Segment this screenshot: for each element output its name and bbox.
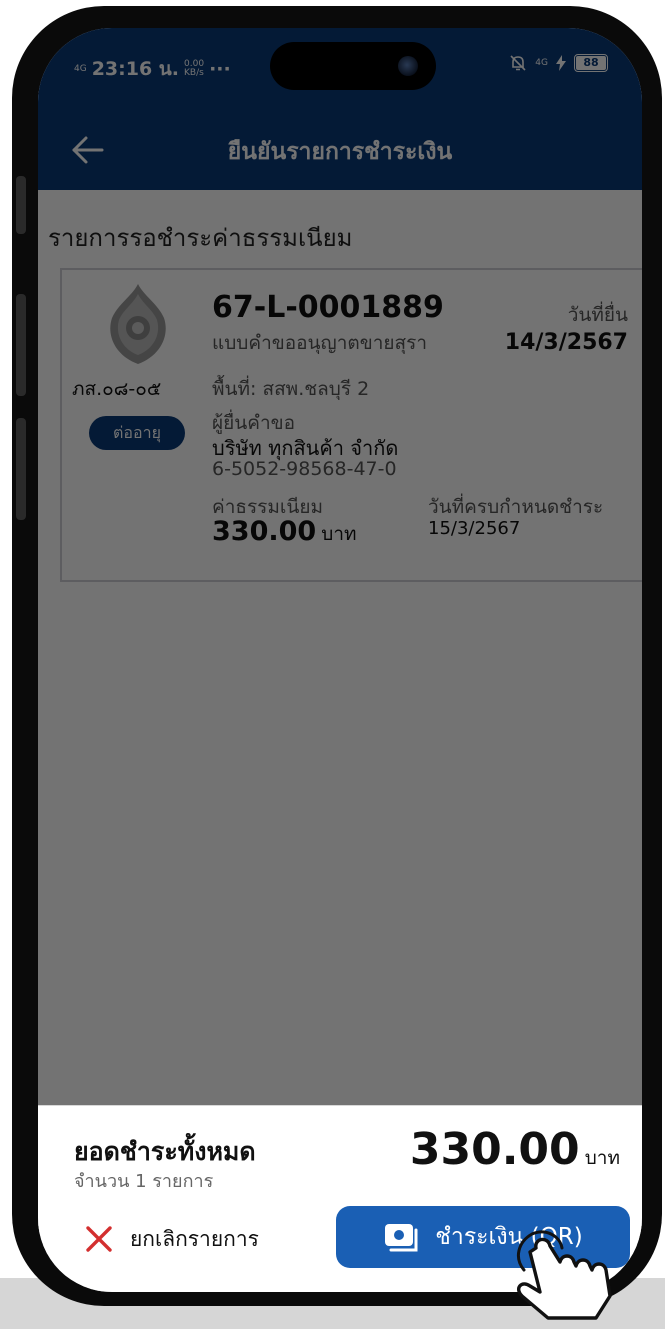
applicant-id: 6-5052-98568-47-0 bbox=[212, 458, 397, 480]
phone-screen: 4G 23:16 น. 0.00 KB/s ··· 4G 88 ยืนยันรา… bbox=[38, 28, 642, 1292]
more-notifications: ··· bbox=[209, 58, 231, 80]
wallet-icon bbox=[385, 1224, 418, 1252]
submit-date: 14/3/2567 bbox=[504, 330, 628, 355]
status-right: 4G 88 bbox=[509, 54, 608, 72]
status-bar: 4G 23:16 น. 0.00 KB/s ··· 4G 88 bbox=[38, 28, 642, 110]
battery-icon: 88 bbox=[574, 54, 608, 72]
submit-date-label: วันที่ยื่น bbox=[567, 304, 628, 326]
area-text: พื้นที่: สสพ.ชลบุรี 2 bbox=[212, 378, 370, 400]
page-title: ยืนยันรายการชำระเงิน bbox=[227, 139, 453, 165]
battery-level: 88 bbox=[576, 56, 606, 70]
pending-fee-card[interactable]: ภส.๐๘-๐๕ ต่ออายุ 67-L-0001889 แบบคำขออนุ… bbox=[60, 268, 642, 582]
total-unit: บาท bbox=[584, 1147, 620, 1169]
due-date: 15/3/2567 bbox=[428, 518, 521, 539]
cancel-label: ยกเลิกรายการ bbox=[130, 1226, 259, 1251]
network-indicator: 4G bbox=[74, 63, 87, 74]
section-title: รายการรอชำระค่าธรรมเนียม bbox=[48, 224, 353, 252]
network-speed-unit: KB/s bbox=[184, 68, 204, 78]
phone-side-button bbox=[16, 418, 26, 520]
fee-amount-row: 330.00 บาท bbox=[212, 516, 357, 549]
phone-frame: 4G 23:16 น. 0.00 KB/s ··· 4G 88 ยืนยันรา… bbox=[12, 6, 662, 1306]
government-seal-icon bbox=[110, 284, 166, 364]
cancel-button[interactable]: ยกเลิกรายการ bbox=[84, 1214, 259, 1264]
item-count: จำนวน 1 รายการ bbox=[74, 1171, 214, 1192]
signal-indicator: 4G bbox=[535, 57, 548, 68]
phone-side-button bbox=[16, 294, 26, 396]
reference-number: 67-L-0001889 bbox=[212, 290, 444, 325]
app-header: ยืนยันรายการชำระเงิน bbox=[38, 110, 642, 190]
phone-side-button bbox=[16, 176, 26, 234]
close-x-icon bbox=[86, 1226, 112, 1252]
form-type: แบบคำขออนุญาตขายสุรา bbox=[212, 332, 428, 354]
camera-icon bbox=[398, 56, 418, 76]
status-left: 4G 23:16 น. 0.00 KB/s ··· bbox=[74, 54, 231, 84]
fee-unit: บาท bbox=[321, 523, 357, 545]
status-time: 23:16 น. bbox=[91, 58, 180, 80]
tap-hand-icon bbox=[516, 1230, 612, 1320]
fee-amount: 330.00 bbox=[212, 516, 317, 547]
renew-badge: ต่ออายุ bbox=[89, 416, 185, 450]
charging-icon bbox=[556, 55, 566, 71]
bell-off-icon bbox=[510, 55, 526, 71]
network-speed: 0.00 KB/s bbox=[184, 60, 204, 78]
form-code: ภส.๐๘-๐๕ bbox=[72, 378, 162, 400]
total-amount: 330.00 bbox=[409, 1124, 580, 1175]
total-amount-row: 330.00 บาท bbox=[410, 1124, 620, 1175]
